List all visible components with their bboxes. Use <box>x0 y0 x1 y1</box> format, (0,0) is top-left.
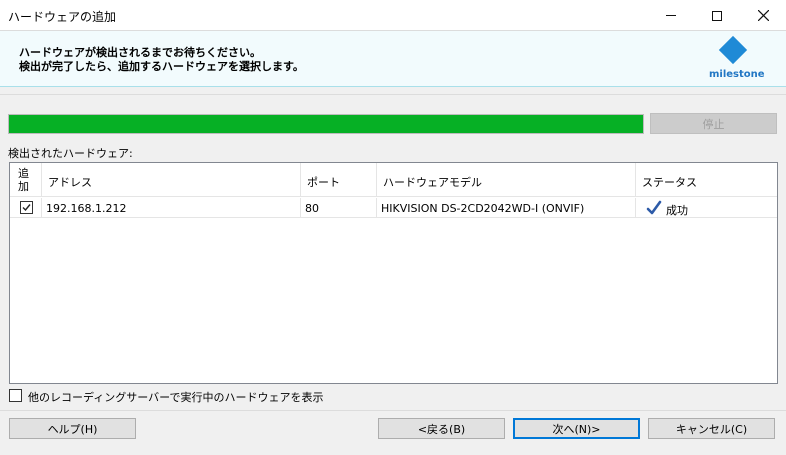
show-other-label: 他のレコーディングサーバーで実行中のハードウェアを表示 <box>28 391 324 404</box>
hardware-list[interactable]: 追加 アドレス ポート ハードウェアモデル ステータス 192.168.1.21… <box>9 162 778 384</box>
cell-model: HIKVISION DS-2CD2042WD-I (ONVIF) <box>377 198 636 218</box>
close-button[interactable] <box>740 0 786 31</box>
table-row[interactable]: 192.168.1.212 80 HIKVISION DS-2CD2042WD-… <box>10 198 777 218</box>
cell-status: 成功 <box>636 198 777 218</box>
maximize-icon <box>712 10 722 21</box>
instruction-line-2: 検出が完了したら、追加するハードウェアを選択します。 <box>19 60 304 73</box>
checkmark-icon <box>22 204 31 212</box>
next-button[interactable]: 次へ(N)> <box>513 418 640 439</box>
back-button[interactable]: <戻る(B) <box>378 418 505 439</box>
table-header: 追加 アドレス ポート ハードウェアモデル ステータス <box>10 163 777 197</box>
cell-add <box>10 198 42 218</box>
column-header-model[interactable]: ハードウェアモデル <box>377 163 636 197</box>
column-header-port[interactable]: ポート <box>301 163 377 197</box>
stop-button[interactable]: 停止 <box>650 113 777 134</box>
logo-text: milestone <box>709 69 765 80</box>
success-check-icon <box>646 200 662 215</box>
progress-fill <box>9 115 643 133</box>
column-header-address[interactable]: アドレス <box>42 163 301 197</box>
milestone-logo: milestone <box>706 35 766 83</box>
maximize-button[interactable] <box>694 0 740 31</box>
instruction-header: ハードウェアが検出されるまでお待ちください。 検出が完了したら、追加するハードウ… <box>0 31 786 87</box>
title-bar: ハードウェアの追加 <box>0 0 786 31</box>
cell-port: 80 <box>301 198 377 218</box>
column-header-status[interactable]: ステータス <box>636 163 777 197</box>
cell-address: 192.168.1.212 <box>42 198 301 218</box>
minimize-button[interactable] <box>648 0 694 31</box>
window-title: ハードウェアの追加 <box>8 10 117 24</box>
close-icon <box>757 10 769 21</box>
detection-progress-bar <box>8 114 644 134</box>
help-button[interactable]: ヘルプ(H) <box>9 418 136 439</box>
logo-diamond-icon <box>718 35 748 65</box>
show-other-checkbox[interactable] <box>9 389 22 402</box>
status-text: 成功 <box>666 204 688 217</box>
minimize-icon <box>666 15 676 16</box>
detected-hardware-label: 検出されたハードウェア: <box>8 147 133 160</box>
footer-divider <box>0 410 786 411</box>
header-divider <box>0 94 786 95</box>
add-checkbox[interactable] <box>20 201 33 214</box>
cancel-button[interactable]: キャンセル(C) <box>648 418 775 439</box>
column-header-add[interactable]: 追加 <box>10 163 42 197</box>
